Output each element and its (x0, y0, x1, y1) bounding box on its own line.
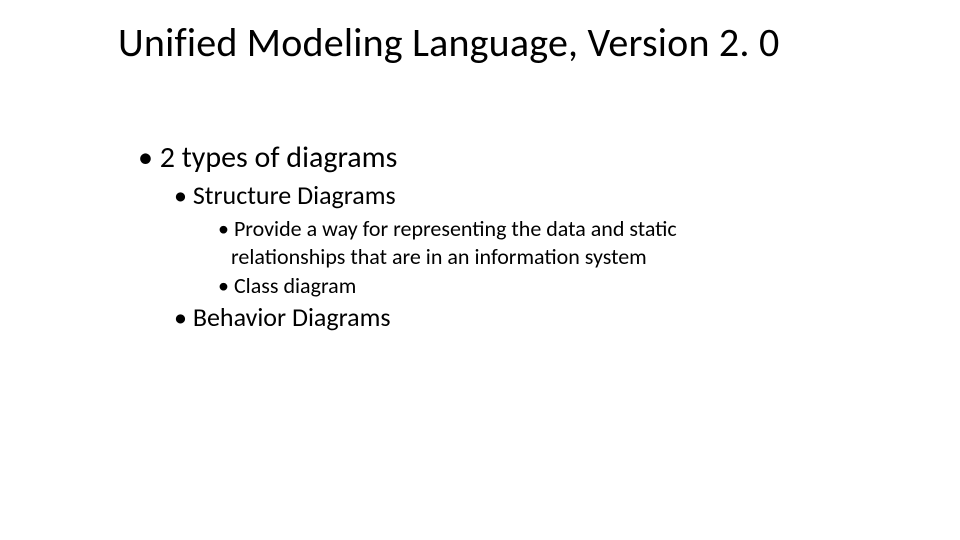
bullet-level-3: Class diagram (218, 272, 751, 300)
slide-body: 2 types of diagrams Structure Diagrams P… (118, 140, 818, 337)
slide-title: Unified Modeling Language, Version 2. 0 (118, 20, 818, 66)
bullet-level-3: Provide a way for representing the data … (218, 215, 751, 270)
bullet-level-2: Behavior Diagrams (174, 302, 818, 333)
bullet-level-1: 2 types of diagrams (138, 140, 818, 176)
bullet-level-2: Structure Diagrams (174, 180, 818, 211)
slide: Unified Modeling Language, Version 2. 0 … (0, 0, 960, 540)
